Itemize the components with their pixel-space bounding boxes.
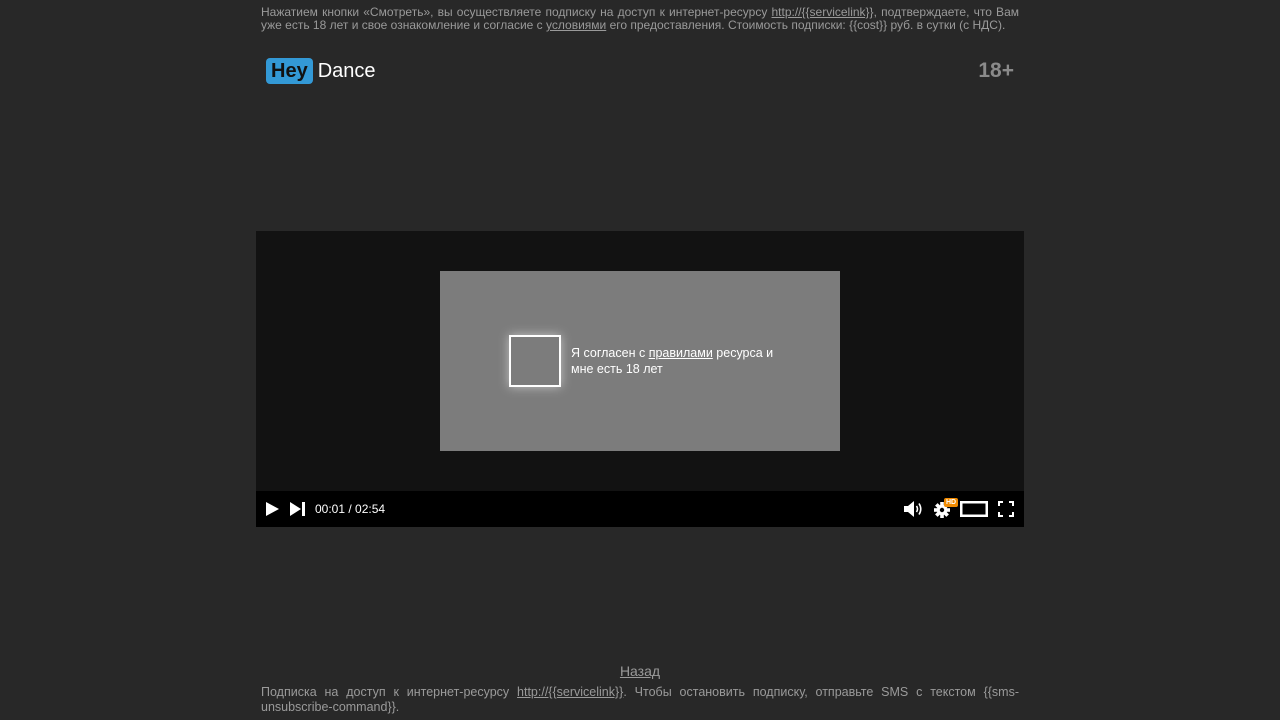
disclaimer-text-1: Нажатием кнопки «Смотреть», вы осуществл… (261, 5, 772, 19)
logo-dance-text: Dance (317, 60, 376, 82)
theater-mode-icon (960, 501, 988, 517)
consent-checkbox[interactable] (509, 335, 561, 387)
play-icon (266, 502, 279, 516)
logo-hey-text: Hey (266, 58, 313, 84)
consent-overlay: Я согласен с правилами ресурса и мне ест… (440, 271, 840, 451)
consent-label: Я согласен с правилами ресурса и мне ест… (571, 345, 791, 377)
rules-link[interactable]: правилами (649, 346, 713, 360)
bottom-text-1: Подписка на доступ к интернет-ресурсу (261, 685, 518, 699)
play-button[interactable] (264, 501, 280, 517)
disclaimer-text-3: его предоставления. Стоимость подписки: … (606, 18, 1006, 32)
next-button[interactable] (289, 501, 306, 517)
service-link-bottom[interactable]: http://{{servicelink}} (517, 685, 623, 699)
fullscreen-icon (998, 501, 1014, 517)
consent-text-1: Я согласен с (571, 346, 649, 360)
hd-badge: HD (944, 498, 959, 507)
volume-button[interactable] (903, 500, 925, 518)
settings-button[interactable]: HD (932, 498, 959, 520)
fullscreen-button[interactable] (998, 501, 1014, 517)
back-link[interactable]: Назад (0, 662, 1280, 680)
subscription-disclaimer: Нажатием кнопки «Смотреть», вы осуществл… (261, 6, 1019, 32)
terms-link[interactable]: условиями (546, 18, 606, 32)
page: Нажатием кнопки «Смотреть», вы осуществл… (0, 0, 1280, 720)
time-readout: 00:01 / 02:54 (315, 502, 386, 516)
unsubscribe-disclaimer: Подписка на доступ к интернет-ресурсу ht… (261, 685, 1019, 715)
skip-next-icon (290, 502, 305, 516)
age-rating-badge: 18+ (978, 59, 1014, 82)
video-player[interactable]: Я согласен с правилами ресурса и мне ест… (256, 231, 1024, 527)
theater-mode-button[interactable] (960, 501, 988, 517)
heydance-logo: Hey Dance (266, 58, 376, 84)
volume-icon (904, 501, 922, 517)
player-controls-bar: 00:01 / 02:54 HD (256, 491, 1024, 527)
service-link[interactable]: http://{{servicelink}} (772, 5, 874, 19)
